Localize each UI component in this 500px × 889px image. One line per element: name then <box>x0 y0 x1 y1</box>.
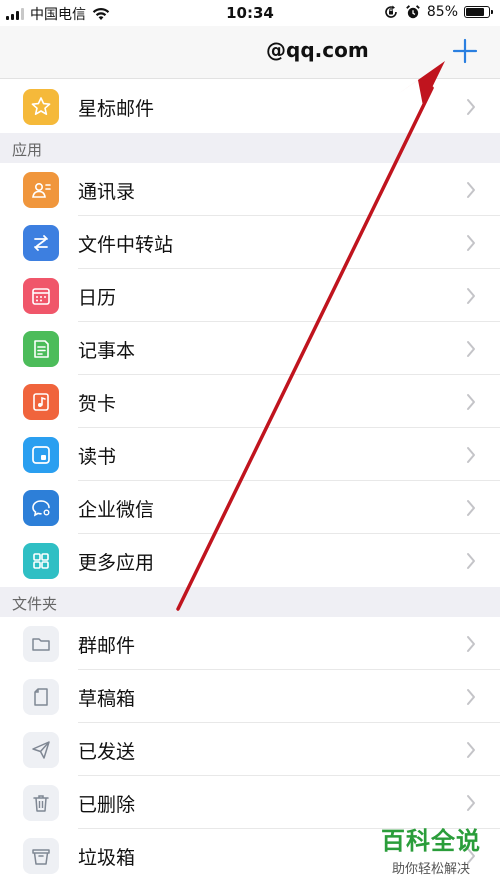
chevron-right-icon <box>467 99 475 115</box>
chevron-right-icon <box>467 235 475 251</box>
plus-icon[interactable] <box>452 38 478 64</box>
list-item-label: 已删除 <box>78 794 136 816</box>
list-item-label: 群邮件 <box>78 635 136 657</box>
mailbox-list: 星标邮件应用通讯录文件中转站日历记事本贺卡读书企业微信更多应用文件夹群邮件草稿箱… <box>0 80 500 882</box>
watermark-title: 百科全说 <box>381 827 481 855</box>
calendar-icon <box>23 278 59 314</box>
chevron-right-icon <box>467 689 475 705</box>
watermark-subtitle: 助你轻松解决 <box>391 862 470 877</box>
section-header-label: 应用 <box>12 141 43 159</box>
star-icon <box>23 89 59 125</box>
chevron-right-icon <box>467 553 475 569</box>
nav-bar: @qq.com <box>0 26 500 79</box>
wecom-icon <box>23 490 59 526</box>
section-header: 文件夹 <box>0 587 500 617</box>
list-item-file-transfer[interactable]: 文件中转站 <box>0 216 500 269</box>
list-item-label: 已发送 <box>78 741 136 763</box>
list-item-star[interactable]: 星标邮件 <box>0 80 500 133</box>
list-item-sent[interactable]: 已发送 <box>0 723 500 776</box>
battery-label: 85% <box>426 4 458 20</box>
status-right: 85% <box>383 4 493 20</box>
reading-icon <box>23 437 59 473</box>
battery-fill <box>466 8 484 16</box>
list-item-reading[interactable]: 读书 <box>0 428 500 481</box>
battery-icon <box>464 6 493 18</box>
list-item-wecom[interactable]: 企业微信 <box>0 481 500 534</box>
orientation-lock-icon <box>385 5 397 18</box>
chevron-right-icon <box>467 394 475 410</box>
list-item-label: 星标邮件 <box>78 98 155 120</box>
section-header: 应用 <box>0 133 500 163</box>
status-bar: 中国电信 10:34 85% <box>0 0 500 26</box>
chevron-right-icon <box>467 288 475 304</box>
list-item-label: 企业微信 <box>78 499 155 521</box>
draft-icon <box>23 679 59 715</box>
chevron-right-icon <box>467 795 475 811</box>
list-item-label: 文件中转站 <box>78 234 174 256</box>
chevron-right-icon <box>467 182 475 198</box>
junk-icon <box>23 838 59 874</box>
list-item-label: 更多应用 <box>78 552 155 574</box>
list-item-folder[interactable]: 群邮件 <box>0 617 500 670</box>
list-item-contacts[interactable]: 通讯录 <box>0 163 500 216</box>
mail-app-screen: 中国电信 10:34 85% @qq.com 星标邮件 应用 通讯录 文件中转站… <box>0 0 500 889</box>
list-item-more-apps[interactable]: 更多应用 <box>0 534 500 587</box>
list-item-label: 记事本 <box>78 340 136 362</box>
notepad-icon <box>23 331 59 367</box>
watermark: 百科全说 助你轻松解决 <box>376 821 486 877</box>
list-item-label: 垃圾箱 <box>78 847 136 869</box>
sent-icon <box>23 732 59 768</box>
list-item-label: 草稿箱 <box>78 688 136 710</box>
list-item-label: 读书 <box>78 446 117 468</box>
chevron-right-icon <box>467 500 475 516</box>
list-item-draft[interactable]: 草稿箱 <box>0 670 500 723</box>
chevron-right-icon <box>467 447 475 463</box>
contacts-icon <box>23 172 59 208</box>
list-item-calendar[interactable]: 日历 <box>0 269 500 322</box>
list-item-label: 贺卡 <box>78 393 117 415</box>
list-item-label: 日历 <box>78 287 117 309</box>
greeting-card-icon <box>23 384 59 420</box>
account-title: @qq.com <box>266 38 369 62</box>
chevron-right-icon <box>467 341 475 357</box>
list-item-label: 通讯录 <box>78 181 136 203</box>
chevron-right-icon <box>467 742 475 758</box>
alarm-icon <box>406 5 420 19</box>
section-header-label: 文件夹 <box>12 595 58 613</box>
list-item-notepad[interactable]: 记事本 <box>0 322 500 375</box>
chevron-right-icon <box>467 636 475 652</box>
list-item-greeting-card[interactable]: 贺卡 <box>0 375 500 428</box>
folder-icon <box>23 626 59 662</box>
trash-icon <box>23 785 59 821</box>
more-apps-icon <box>23 543 59 579</box>
file-transfer-icon <box>23 225 59 261</box>
